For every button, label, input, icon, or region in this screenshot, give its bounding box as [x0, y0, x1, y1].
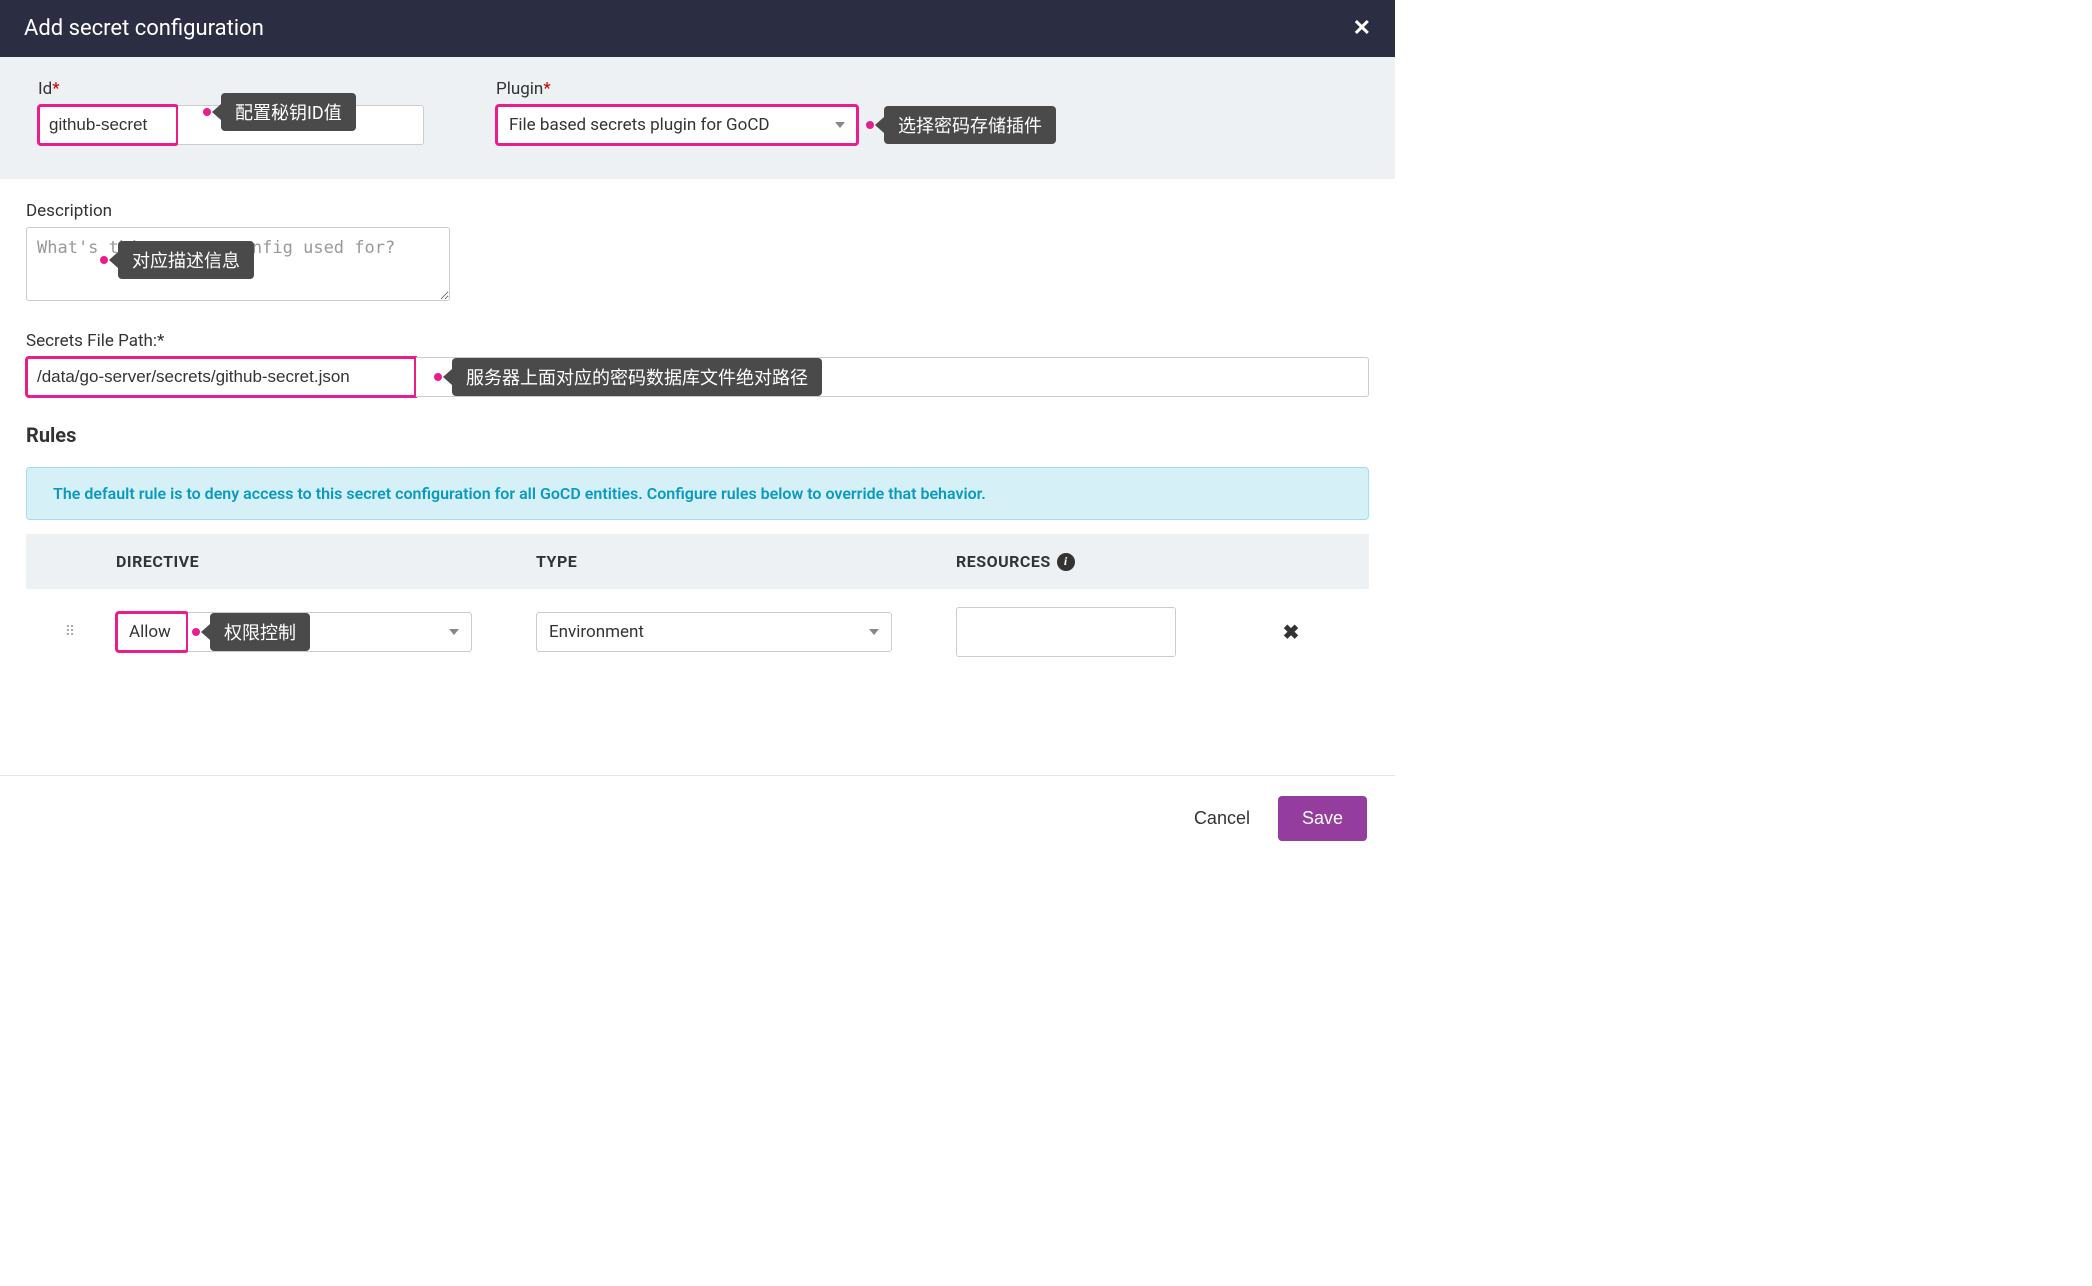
type-select[interactable]: Environment [536, 612, 892, 652]
directive-annotation: 权限控制 [192, 613, 310, 651]
secrets-file-path-annotation-label: 服务器上面对应的密码数据库文件绝对路径 [452, 358, 822, 396]
annotation-dot-icon [100, 256, 108, 264]
delete-row-icon[interactable]: ✖ [1256, 620, 1326, 644]
directive-annotation-label: 权限控制 [210, 613, 310, 651]
directive-select[interactable]: Allow [116, 612, 188, 652]
modal-footer: Cancel Save [0, 775, 1395, 861]
directive-selected-value: Allow [129, 622, 171, 642]
id-annotation: 配置秘钥ID值 [203, 93, 356, 131]
chevron-down-icon [869, 629, 879, 635]
id-label-text: Id [38, 79, 52, 99]
info-icon[interactable]: i [1057, 553, 1075, 571]
annotation-dot-icon [192, 628, 200, 636]
plugin-required-mark: * [543, 79, 550, 99]
id-input[interactable] [38, 105, 178, 145]
column-header-resources-text: RESOURCES [956, 552, 1051, 571]
top-section: Id* 配置秘钥ID值 Plugin* [0, 57, 1395, 179]
annotation-dot-icon [203, 108, 211, 116]
cancel-button[interactable]: Cancel [1194, 808, 1250, 829]
secrets-file-path-label: Secrets File Path:* [26, 331, 1369, 351]
id-field-group: Id* 配置秘钥ID值 [38, 79, 424, 145]
description-annotation-label: 对应描述信息 [118, 241, 254, 279]
rules-heading: Rules [26, 423, 1369, 447]
plugin-field-group: Plugin* File based secrets plugin for Go… [496, 79, 1056, 145]
plugin-label-text: Plugin [496, 79, 543, 99]
main-section: Description 对应描述信息 Secrets File Path:* 服… [0, 179, 1395, 717]
plugin-label: Plugin* [496, 79, 1056, 99]
secrets-file-path-annotation: 服务器上面对应的密码数据库文件绝对路径 [434, 358, 822, 396]
plugin-selected-value: File based secrets plugin for GoCD [509, 115, 770, 135]
annotation-dot-icon [866, 121, 874, 129]
close-icon[interactable]: ✕ [1353, 16, 1371, 41]
resource-input[interactable] [956, 607, 1176, 657]
id-required-mark: * [52, 79, 59, 99]
add-secret-config-modal: Add secret configuration ✕ Id* 配置秘钥ID值 [0, 0, 1395, 861]
modal-title: Add secret configuration [24, 16, 264, 41]
rules-info-banner: The default rule is to deny access to th… [26, 467, 1369, 520]
column-header-directive: DIRECTIVE [116, 552, 536, 571]
modal-body: Id* 配置秘钥ID值 Plugin* [0, 57, 1395, 775]
annotation-dot-icon [434, 373, 442, 381]
type-selected-value: Environment [549, 622, 644, 642]
chevron-down-icon [835, 122, 845, 128]
secrets-file-path-field-group: Secrets File Path:* 服务器上面对应的密码数据库文件绝对路径 [26, 331, 1369, 397]
column-header-type: TYPE [536, 552, 956, 571]
drag-handle-icon[interactable]: ⠿ [26, 624, 116, 640]
modal-header: Add secret configuration ✕ [0, 0, 1395, 57]
rules-table-header: DIRECTIVE TYPE RESOURCES i [26, 534, 1369, 589]
plugin-annotation: 选择密码存储插件 [866, 106, 1056, 144]
rules-table: DIRECTIVE TYPE RESOURCES i ⠿ Allow [26, 534, 1369, 687]
save-button[interactable]: Save [1278, 796, 1367, 841]
id-annotation-label: 配置秘钥ID值 [221, 93, 356, 131]
description-label: Description [26, 201, 1369, 221]
column-header-resources: RESOURCES i [956, 552, 1256, 571]
chevron-down-icon [449, 629, 459, 635]
plugin-select[interactable]: File based secrets plugin for GoCD [496, 105, 858, 145]
plugin-annotation-label: 选择密码存储插件 [884, 106, 1056, 144]
table-row: ⠿ Allow 权限控制 [26, 589, 1369, 687]
description-annotation: 对应描述信息 [100, 241, 254, 279]
secrets-file-path-input[interactable] [26, 357, 416, 397]
